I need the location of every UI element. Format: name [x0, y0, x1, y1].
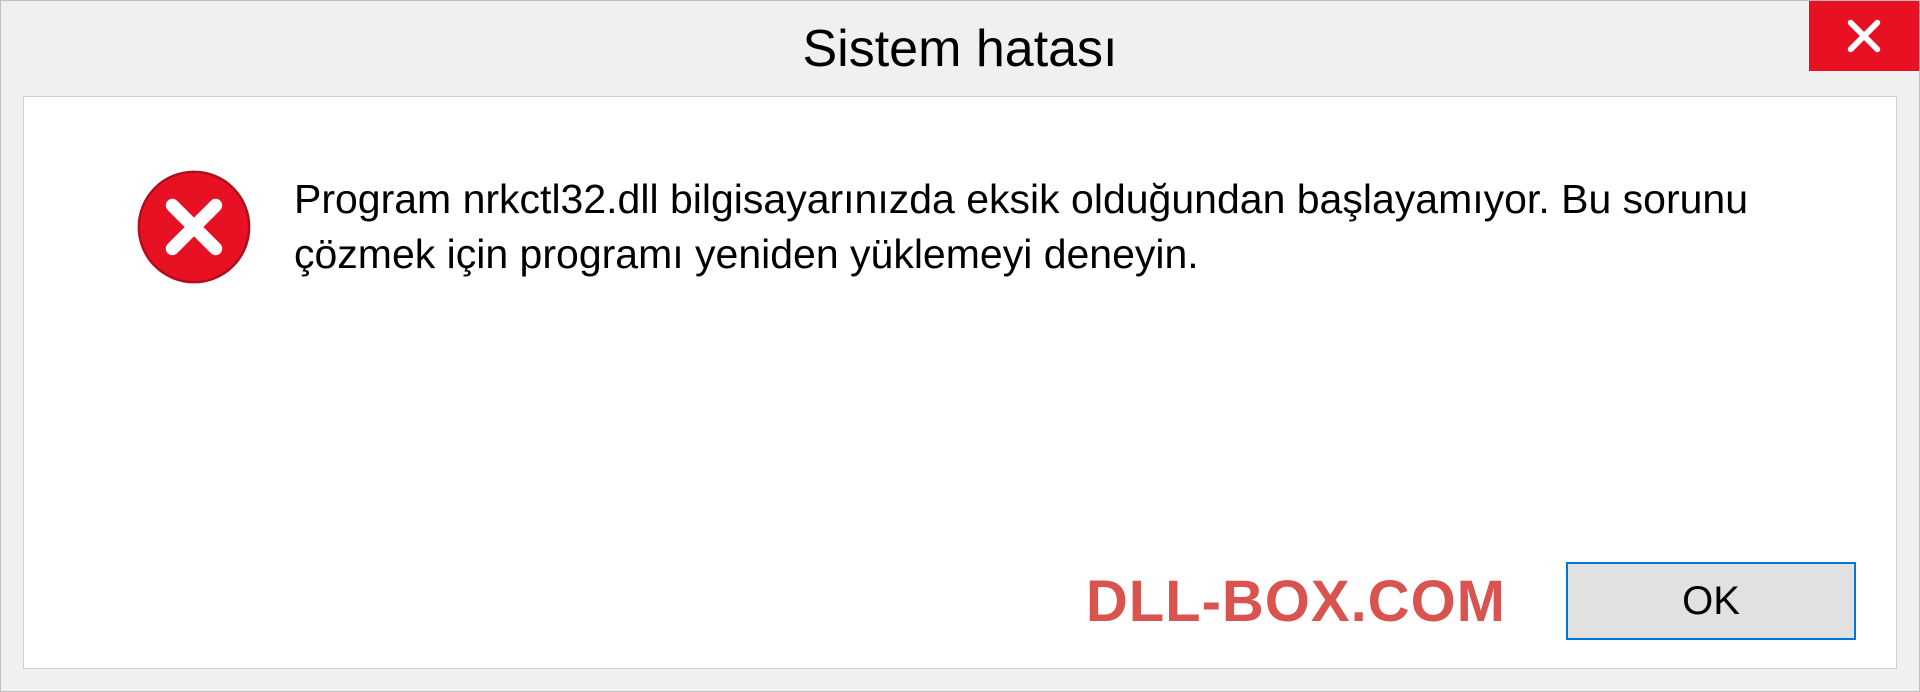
- titlebar: Sistem hatası: [1, 1, 1919, 96]
- error-dialog: Sistem hatası Program nrkctl32.dll bilgi…: [0, 0, 1920, 692]
- error-icon: [134, 167, 254, 287]
- close-icon: [1844, 16, 1884, 56]
- error-message: Program nrkctl32.dll bilgisayarınızda ek…: [294, 172, 1794, 283]
- ok-button[interactable]: OK: [1566, 562, 1856, 640]
- watermark-text: DLL-BOX.COM: [1086, 568, 1506, 635]
- ok-button-label: OK: [1682, 579, 1740, 624]
- message-row: Program nrkctl32.dll bilgisayarınızda ek…: [64, 167, 1856, 287]
- footer-row: DLL-BOX.COM OK: [64, 562, 1856, 640]
- dialog-title: Sistem hatası: [802, 19, 1117, 79]
- content-panel: Program nrkctl32.dll bilgisayarınızda ek…: [23, 96, 1897, 669]
- close-button[interactable]: [1809, 1, 1919, 71]
